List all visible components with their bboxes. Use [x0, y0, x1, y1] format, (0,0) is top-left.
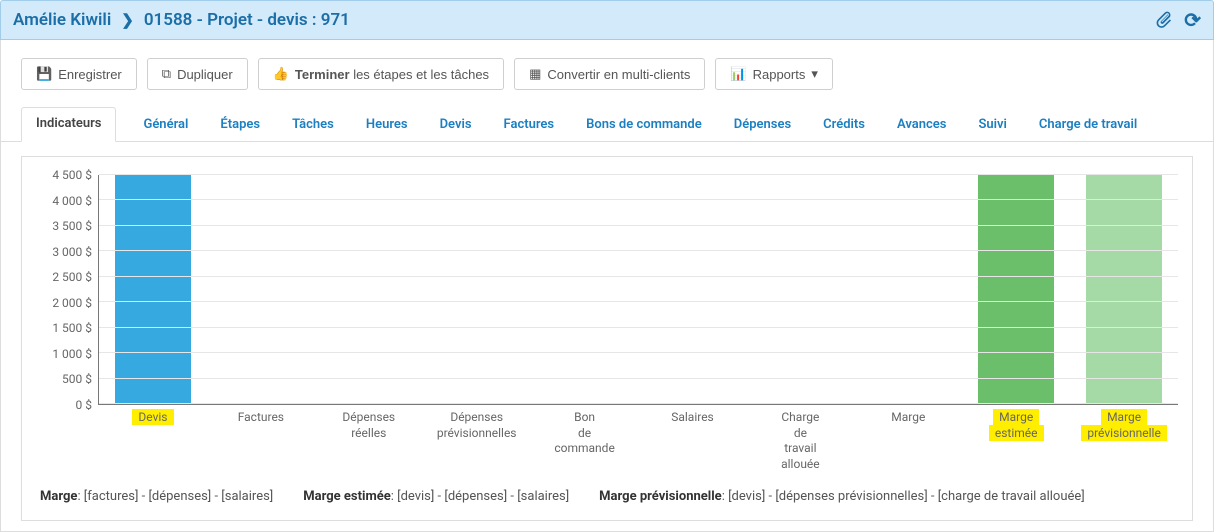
tab-bar: Indicateurs Général Étapes Tâches Heures Devi…	[1, 106, 1213, 142]
chart-legend: Marge: [factures] - [dépenses] - [salair…	[36, 475, 1178, 508]
chart-bar-slot: Factures	[207, 175, 315, 404]
chevron-right-icon: ❯	[121, 11, 134, 29]
tab-bons-de-commande[interactable]: Bons de commande	[581, 108, 707, 142]
main-panel: 💾 Enregistrer ⧉ Dupliquer 👍 Terminer les…	[0, 40, 1214, 532]
chart-bar-slot: Margeestimée	[962, 175, 1070, 404]
grid-icon: ▦	[529, 66, 541, 82]
titlebar: Amélie Kiwili ❯ 01588 - Projet - devis :…	[0, 0, 1214, 40]
finish-label-rest: les étapes et les tâches	[350, 67, 489, 82]
chart-y-axis: 4 500 $4 000 $3 500 $3 000 $2 500 $2 000…	[36, 175, 98, 475]
legend-item: Marge estimée: [devis] - [dépenses] - [s…	[303, 489, 569, 504]
indicators-chart: 4 500 $ 4 000 $ 3 500 $ 3 000 $ 2 500 $ 2 000…	[21, 156, 1193, 521]
finish-label-bold: Terminer	[295, 67, 350, 82]
chart-category-label: Charge de travail allouée	[746, 404, 854, 472]
attachment-icon[interactable]	[1154, 9, 1174, 32]
y-tick-label: 3 500 $	[52, 219, 92, 233]
chevron-down-icon: ▾	[811, 66, 818, 82]
tab-t-ches[interactable]: Tâches	[287, 108, 339, 142]
duplicate-button[interactable]: ⧉ Dupliquer	[147, 58, 248, 90]
reports-label: Rapports	[753, 67, 806, 82]
chart-bar-slot: Dépenses réelles	[315, 175, 423, 404]
history-icon[interactable]: ⟳	[1184, 10, 1201, 30]
chart-category-label: Margeestimée	[962, 404, 1070, 441]
chart-category-label: Dépenses prévisionnelles	[423, 404, 531, 441]
y-tick-label: 4 500 $	[52, 168, 92, 182]
convert-label: Convertir en multi-clients	[547, 67, 690, 82]
y-tick-label: 0 $	[76, 398, 92, 412]
tab-d-penses[interactable]: Dépenses	[729, 108, 796, 142]
tab-indicateurs[interactable]: Indicateurs	[21, 107, 116, 142]
y-tick-label: 2 500 $	[52, 270, 92, 284]
chart-category-label: Marge	[854, 404, 962, 426]
tab-avances[interactable]: Avances	[892, 108, 951, 142]
tab-g-n-ral[interactable]: Général	[138, 108, 193, 142]
y-tick-label: 4 000 $	[52, 194, 92, 208]
y-tick-label: 2 000 $	[52, 296, 92, 310]
reports-button[interactable]: 📊 Rapports ▾	[715, 58, 832, 90]
tab--tapes[interactable]: Étapes	[215, 108, 265, 142]
convert-button[interactable]: ▦ Convertir en multi-clients	[514, 58, 705, 90]
chart-bar-slot: Salaires	[639, 175, 747, 404]
save-label: Enregistrer	[58, 67, 122, 82]
tab-suivi[interactable]: Suivi	[973, 108, 1011, 142]
chart-bar-slot: Bon de commande	[531, 175, 639, 404]
chart-bar[interactable]	[115, 175, 191, 404]
chart-category-label: Factures	[207, 404, 315, 426]
breadcrumb-current: 01588 - Projet - devis : 971	[144, 10, 350, 30]
chart-bar-slot: Marge	[854, 175, 962, 404]
breadcrumb-root[interactable]: Amélie Kiwili	[13, 10, 111, 30]
chart-plot: DevisFacturesDépenses réellesDépenses pr…	[98, 175, 1178, 405]
chart-bar[interactable]	[1086, 175, 1162, 404]
save-icon: 💾	[36, 66, 52, 82]
tab-cr-dits[interactable]: Crédits	[818, 108, 870, 142]
chart-bar-icon: 📊	[730, 66, 746, 82]
save-button[interactable]: 💾 Enregistrer	[21, 58, 137, 90]
chart-bar-slot: Margeprévisionnelle	[1070, 175, 1178, 404]
chart-category-label: Margeprévisionnelle	[1070, 404, 1178, 441]
y-tick-label: 1 000 $	[52, 347, 92, 361]
tab-factures[interactable]: Factures	[499, 108, 560, 142]
tab-heures[interactable]: Heures	[361, 108, 413, 142]
chart-category-label: Bon de commande	[531, 404, 639, 457]
copy-icon: ⧉	[162, 66, 171, 82]
y-tick-label: 3 000 $	[52, 245, 92, 259]
duplicate-label: Dupliquer	[177, 67, 233, 82]
legend-item: Marge prévisionnelle: [devis] - [dépense…	[599, 489, 1085, 504]
legend-item: Marge: [factures] - [dépenses] - [salair…	[40, 489, 273, 504]
chart-category-label: Dépenses réelles	[315, 404, 423, 441]
thumbs-up-icon: 👍	[273, 66, 289, 82]
y-tick-label: 500 $	[62, 372, 92, 386]
chart-bar-slot: Dépenses prévisionnelles	[423, 175, 531, 404]
chart-category-label: Devis	[99, 404, 207, 426]
y-tick-label: 1 500 $	[52, 321, 92, 335]
finish-button[interactable]: 👍 Terminer les étapes et les tâches	[258, 58, 504, 90]
tab-devis[interactable]: Devis	[435, 108, 477, 142]
chart-bar-slot: Charge de travail allouée	[746, 175, 854, 404]
action-toolbar: 💾 Enregistrer ⧉ Dupliquer 👍 Terminer les…	[1, 50, 1213, 106]
tab-charge-de-travail[interactable]: Charge de travail	[1034, 108, 1142, 142]
chart-bar[interactable]	[978, 175, 1054, 404]
chart-bar-slot: Devis	[99, 175, 207, 404]
chart-category-label: Salaires	[639, 404, 747, 426]
